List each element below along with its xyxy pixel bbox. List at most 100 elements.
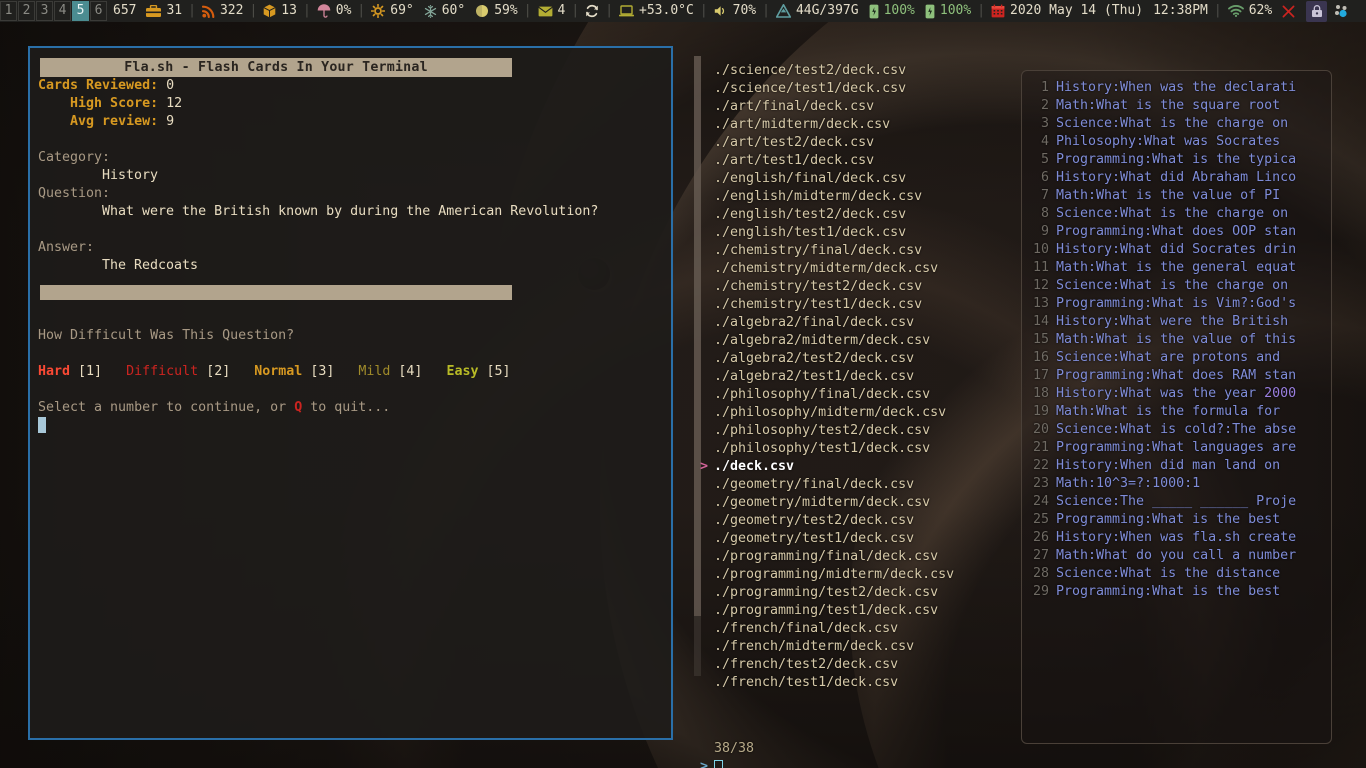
fzf-list-item[interactable]: ./philosophy/final/deck.csv [700,386,1020,404]
fzf-list-item[interactable]: ./art/final/deck.csv [700,98,1020,116]
fzf-selection-marker [700,242,714,260]
status-segment-briefcase[interactable]: 31 [141,0,187,22]
fzf-list-item[interactable]: ./philosophy/test2/deck.csv [700,422,1020,440]
fzf-list-item[interactable]: ./chemistry/test2/deck.csv [700,278,1020,296]
fzf-list-item[interactable]: >./deck.csv [700,458,1020,476]
fzf-list-item[interactable]: ./geometry/midterm/deck.csv [700,494,1020,512]
fzf-list-item[interactable]: ./programming/test2/deck.csv [700,584,1020,602]
status-segment-disk-usage[interactable]: 44G/397G [771,0,864,22]
status-segment-battery-1[interactable]: 100% [920,0,976,22]
fzf-list-item[interactable]: ./french/test1/deck.csv [700,674,1020,692]
difficulty-key-mild[interactable]: [4] [398,364,422,379]
fzf-item-path: ./chemistry/midterm/deck.csv [714,260,938,278]
status-value-rss-feed: 322 [220,0,243,22]
status-segment-packages[interactable]: 13 [258,0,302,22]
difficulty-label-easy[interactable]: Easy [446,364,478,379]
status-segment-close[interactable] [1277,0,1300,22]
difficulty-label-mild[interactable]: Mild [358,364,390,379]
workspace-button-3[interactable]: 3 [36,1,53,21]
status-segment-mail[interactable]: 4 [533,0,571,22]
fzf-list-item[interactable]: ./algebra2/final/deck.csv [700,314,1020,332]
fzf-list-item[interactable]: ./english/final/deck.csv [700,170,1020,188]
difficulty-key-normal[interactable]: [3] [310,364,334,379]
status-segment-temperature-high[interactable]: 69° [366,0,418,22]
workspace-button-1[interactable]: 1 [0,1,17,21]
difficulty-key-easy[interactable]: [5] [487,364,511,379]
fzf-list-item[interactable]: ./english/test2/deck.csv [700,206,1020,224]
fzf-list-item[interactable]: ./french/final/deck.csv [700,620,1020,638]
difficulty-label-hard[interactable]: Hard [38,364,70,379]
status-segment-clock[interactable]: 12:38PM [1148,0,1213,22]
fzf-list-item[interactable]: ./geometry/test2/deck.csv [700,512,1020,530]
fzf-list-item[interactable]: ./french/midterm/deck.csv [700,638,1020,656]
status-segment-battery-0[interactable]: 100% [864,0,920,22]
fzf-list-item[interactable]: ./french/test2/deck.csv [700,656,1020,674]
fzf-list-item[interactable]: ./philosophy/test1/deck.csv [700,440,1020,458]
fzf-list-item[interactable]: ./geometry/final/deck.csv [700,476,1020,494]
fzf-list-item[interactable]: ./chemistry/final/deck.csv [700,242,1020,260]
fzf-list-item[interactable]: ./chemistry/test1/deck.csv [700,296,1020,314]
status-value-temperature-high: 69° [390,0,413,22]
tray-icon-network[interactable] [1330,1,1352,22]
difficulty-key-hard[interactable]: [1] [78,364,102,379]
status-value-wifi: 62% [1249,0,1272,22]
status-segment-volume[interactable]: 70% [709,0,761,22]
fzf-list-item[interactable]: ./algebra2/midterm/deck.csv [700,332,1020,350]
fzf-list-item[interactable]: ./science/test1/deck.csv [700,80,1020,98]
difficulty-options[interactable]: Hard [1] Difficult [2] Normal [3] Mild [… [38,363,671,381]
status-segment-sync[interactable] [580,0,604,22]
preview-line: 4Philosophy:What was Socrates [1022,133,1331,151]
preview-line-text: Programming:What languages are [1056,439,1296,457]
continue-instruction: Select a number to continue, or Q to qui… [38,399,671,417]
preview-line-text: Science:What is the charge on [1056,277,1288,295]
fzf-terminal-window[interactable]: ./science/test2/deck.csv./science/test1/… [690,46,1350,740]
status-segment-temperature-low[interactable]: 60° [419,0,470,22]
input-line[interactable] [38,417,671,436]
status-segment-rss-feed[interactable]: 322 [197,0,248,22]
fzf-list-item[interactable]: ./chemistry/midterm/deck.csv [700,260,1020,278]
fzf-selection-marker [700,530,714,548]
fzf-query-prompt[interactable]: > [700,758,723,768]
workspace-switcher[interactable]: 123456 [0,0,108,22]
status-segment-cpu-temp[interactable]: +53.0°C [614,0,699,22]
status-segment-window-count[interactable]: 657 [108,0,141,22]
fzf-query-cursor [714,760,723,768]
status-separator: | [699,0,709,22]
fzf-list-item[interactable]: ./philosophy/midterm/deck.csv [700,404,1020,422]
difficulty-key-difficult[interactable]: [2] [206,364,230,379]
fzf-list-item[interactable]: ./art/midterm/deck.csv [700,116,1020,134]
status-segment-moon-phase[interactable]: 59% [470,0,522,22]
stat-label: Cards Reviewed: [38,78,158,93]
fzf-list-item[interactable]: ./programming/test1/deck.csv [700,602,1020,620]
fzf-file-list[interactable]: ./science/test2/deck.csv./science/test1/… [700,62,1020,692]
fzf-list-item[interactable]: ./programming/final/deck.csv [700,548,1020,566]
status-segment-wifi[interactable]: 62% [1223,0,1277,22]
fzf-list-item[interactable]: ./science/test2/deck.csv [700,62,1020,80]
status-segment-date[interactable]: 2020 May 14 (Thu) [986,0,1148,22]
fzf-selection-marker [700,80,714,98]
workspace-button-5[interactable]: 5 [72,1,89,21]
fzf-list-item[interactable]: ./algebra2/test1/deck.csv [700,368,1020,386]
fzf-list-item[interactable]: ./algebra2/test2/deck.csv [700,350,1020,368]
status-value-battery-0: 100% [884,0,915,22]
fzf-list-item[interactable]: ./english/midterm/deck.csv [700,188,1020,206]
fzf-list-item[interactable]: ./programming/midterm/deck.csv [700,566,1020,584]
workspace-button-2[interactable]: 2 [18,1,35,21]
status-segment-rain-chance[interactable]: 0% [312,0,357,22]
quit-key: Q [294,400,302,415]
fzf-list-item[interactable]: ./art/test2/deck.csv [700,134,1020,152]
fzf-list-item[interactable]: ./art/test1/deck.csv [700,152,1020,170]
tray-icon-keepass[interactable] [1306,1,1327,22]
difficulty-label-difficult[interactable]: Difficult [126,364,198,379]
fzf-selection-marker [700,494,714,512]
fzf-list-item[interactable]: ./english/test1/deck.csv [700,224,1020,242]
fzf-item-path: ./science/test1/deck.csv [714,80,906,98]
fzf-list-item[interactable]: ./geometry/test1/deck.csv [700,530,1020,548]
flash-cards-terminal-window[interactable]: Fla.sh - Flash Cards In Your Terminal Ca… [28,46,673,740]
workspace-button-4[interactable]: 4 [54,1,71,21]
stat-value: 9 [166,114,174,129]
difficulty-label-normal[interactable]: Normal [254,364,302,379]
preview-line-text: Math:What do you call a number [1056,547,1296,565]
lock-icon [1311,5,1323,18]
workspace-button-6[interactable]: 6 [90,1,107,21]
